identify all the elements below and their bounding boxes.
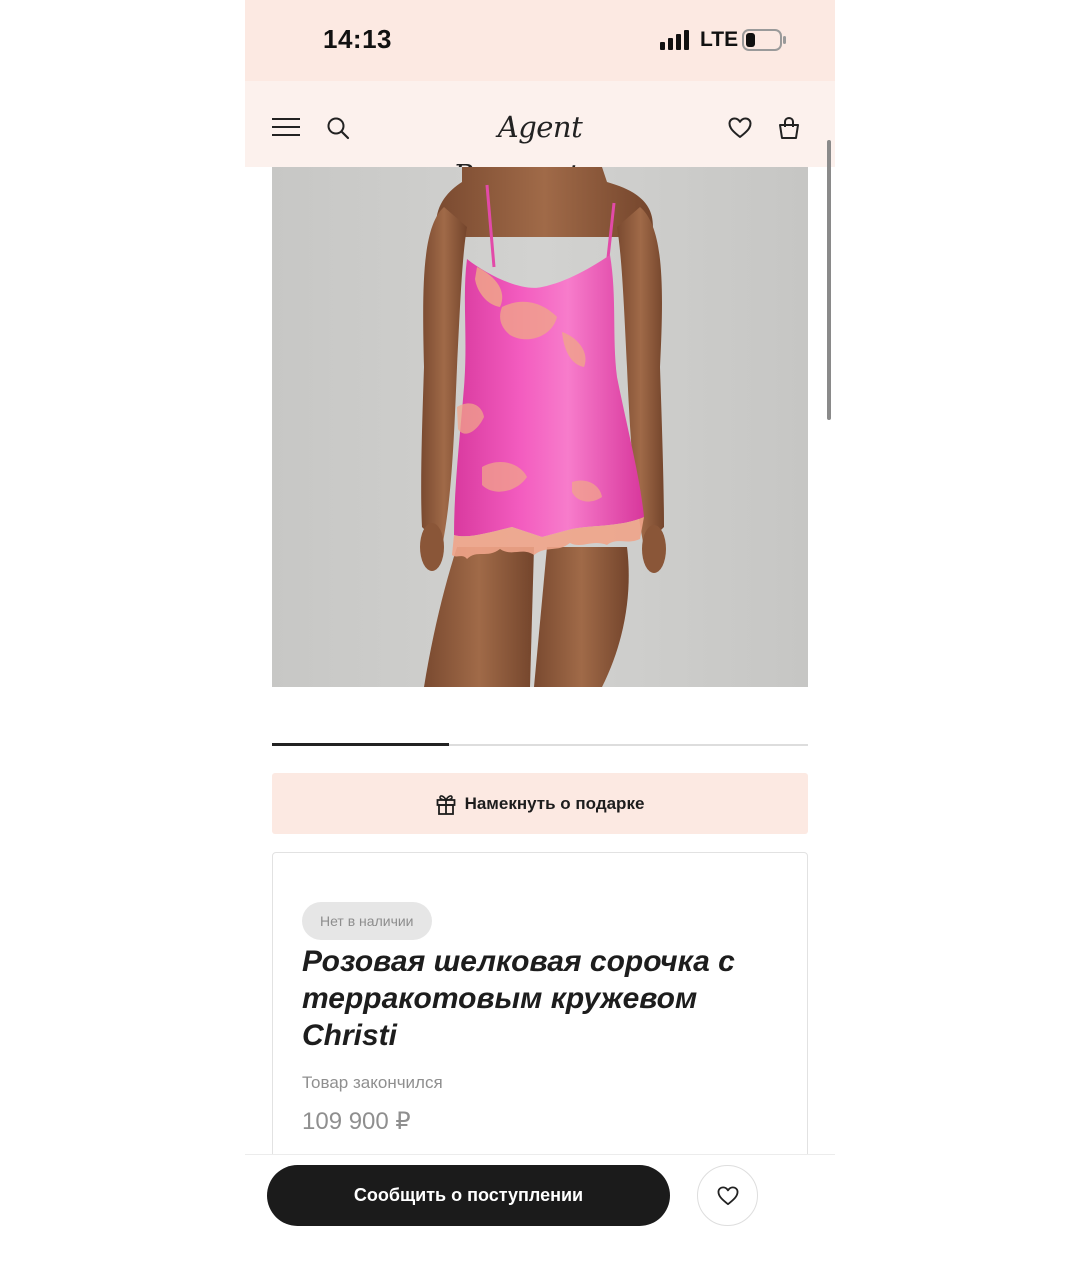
- notify-when-available-button[interactable]: Сообщить о поступлении: [267, 1165, 670, 1226]
- site-header: Agent Provocateur: [245, 81, 835, 192]
- add-to-favorites-button[interactable]: [697, 1165, 758, 1226]
- product-price: 109 900 ₽: [302, 1108, 411, 1135]
- gallery-progress-track[interactable]: [272, 743, 808, 746]
- status-time: 14:13: [323, 24, 392, 54]
- product-title: Розовая шелковая сорочка с терракотовым …: [302, 945, 735, 1052]
- product-photo-illustration: [420, 167, 666, 687]
- search-icon[interactable]: [326, 116, 350, 140]
- brand-logo[interactable]: Agent Provocateur: [415, 103, 665, 192]
- signal-bars-icon: [660, 30, 689, 50]
- gift-hint-label: Намекнуть о подарке: [464, 793, 645, 813]
- scrollbar-thumb[interactable]: [827, 140, 831, 420]
- network-label: LTE: [700, 28, 739, 51]
- stock-status-badge: Нет в наличии: [302, 902, 432, 940]
- gift-hint-button[interactable]: Намекнуть о подарке: [272, 773, 808, 834]
- bottom-action-bar: Сообщить о поступлении: [245, 1154, 835, 1280]
- heart-icon[interactable]: [728, 117, 752, 139]
- heart-icon: [717, 1185, 738, 1205]
- gallery-progress-indicator: [272, 743, 449, 746]
- status-bar: 14:13 LTE: [245, 0, 835, 81]
- battery-icon: [742, 29, 786, 51]
- product-image[interactable]: [272, 167, 808, 687]
- menu-icon[interactable]: [272, 117, 300, 137]
- shopping-bag-icon[interactable]: [777, 116, 801, 140]
- availability-text: Товар закончился: [302, 1073, 443, 1092]
- gift-icon: [436, 794, 455, 815]
- mobile-screen: 14:13 LTE Agent Provocateur: [245, 0, 835, 1280]
- product-info-card: Нет в наличии Розовая шелковая сорочка с…: [272, 852, 808, 1192]
